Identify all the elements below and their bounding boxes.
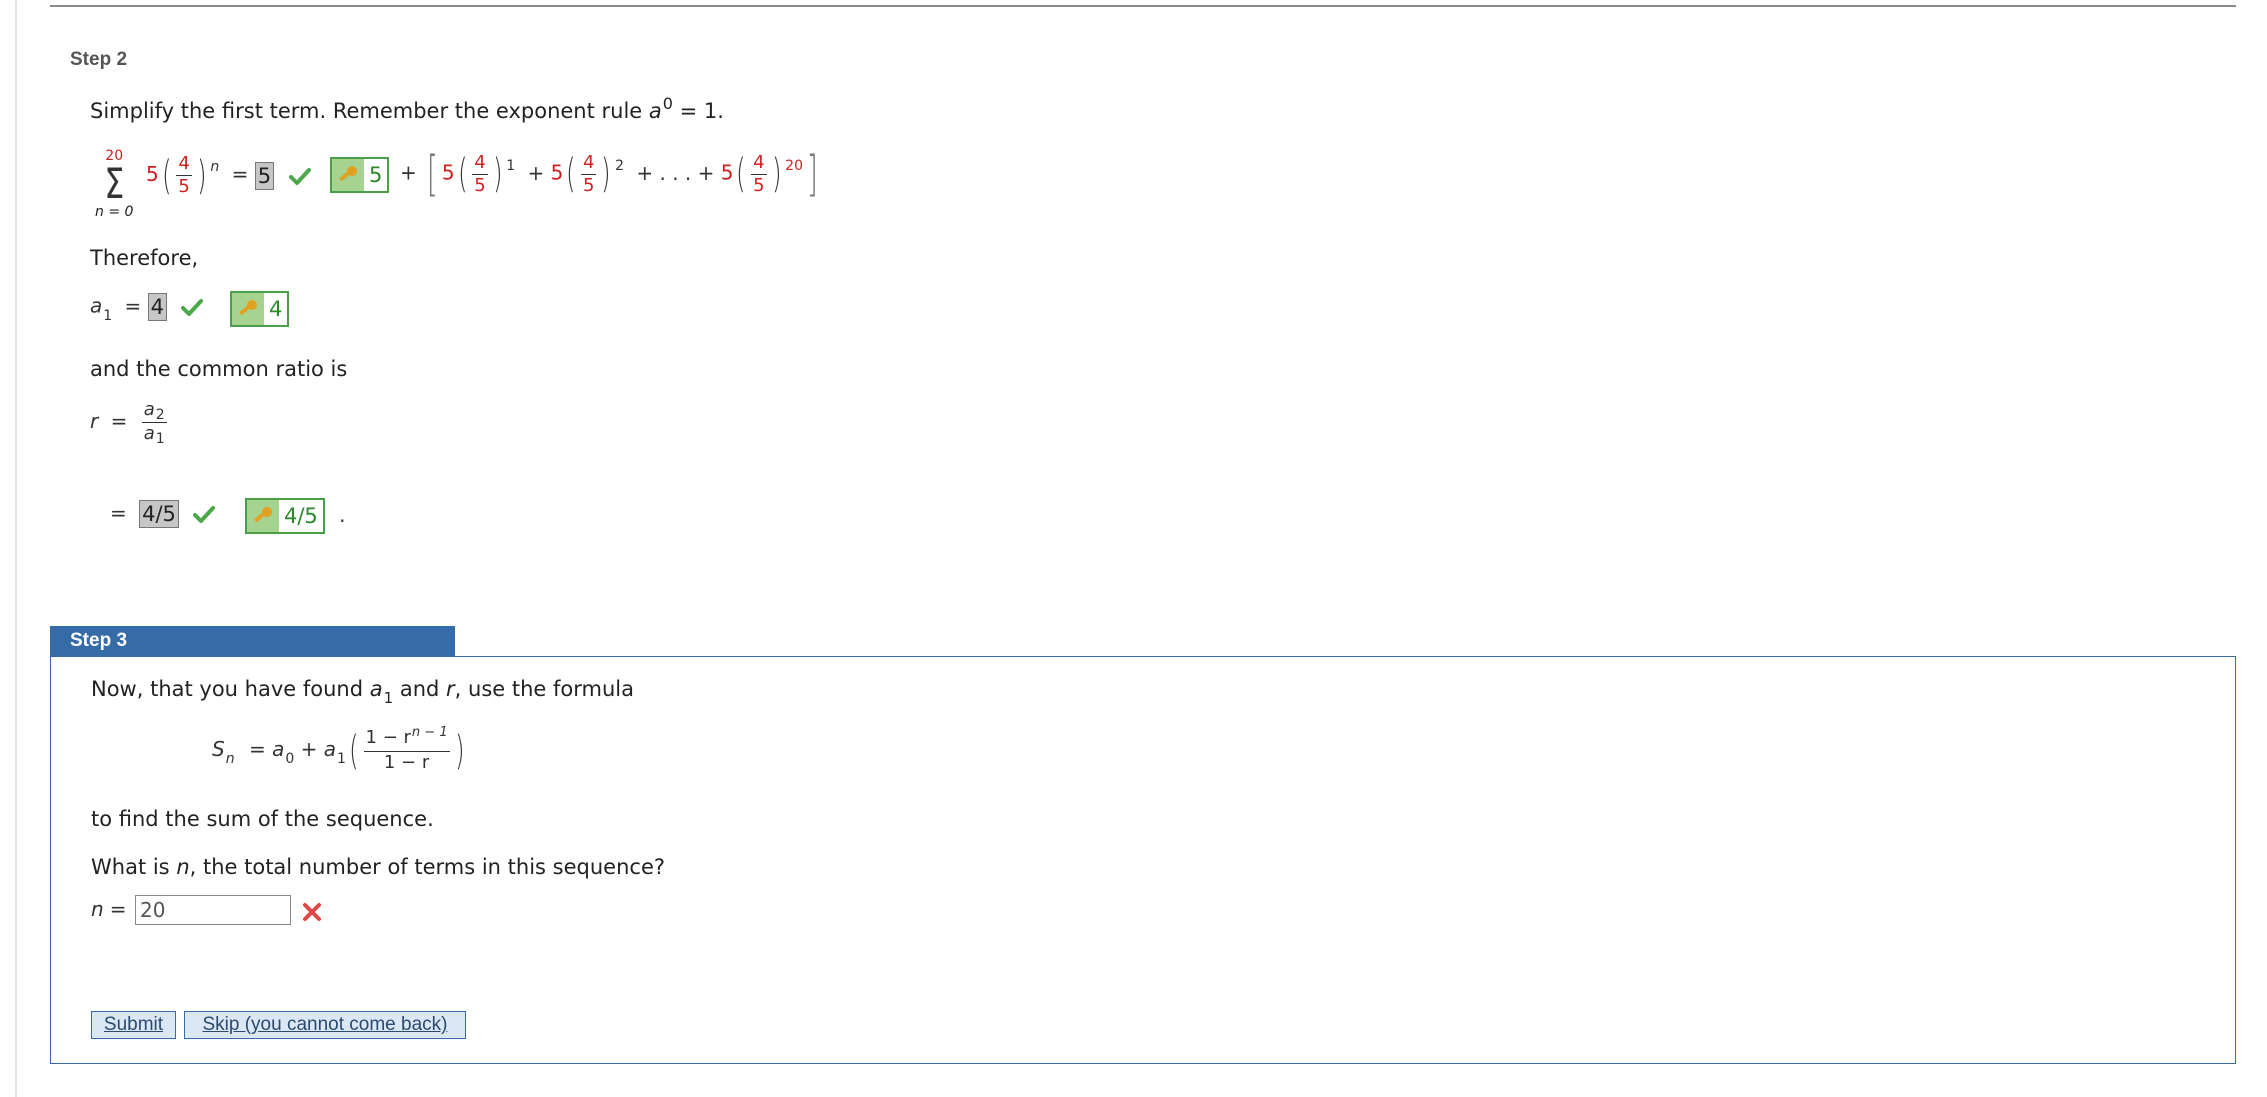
find-sum-text: to find the sum of the sequence. <box>91 807 434 831</box>
r-key: 4/5 . <box>245 498 346 534</box>
expanded-series: + [5(4 5) 1 + 5(4 5) 2 + . . . + 5(4 5) 20] <box>400 146 818 202</box>
sum-formula: Sn = a0 + a1(1 − rn − 11 − r) <box>212 725 465 774</box>
r-answer: 4/5 <box>139 500 179 528</box>
skip-button[interactable]: Skip (you cannot come back) <box>184 1011 466 1039</box>
first-term-answer: 5 <box>254 161 275 190</box>
a1-key: 4 <box>230 291 290 327</box>
n-input[interactable] <box>135 895 291 925</box>
top-divider <box>50 5 2236 7</box>
step3-header: Step 3 <box>50 626 455 656</box>
question-text: What is n, the total number of terms in … <box>91 855 666 879</box>
a1-answer: 4 <box>147 293 168 321</box>
check-icon <box>193 506 216 523</box>
key-icon <box>332 159 364 191</box>
common-ratio-text: and the common ratio is <box>90 357 348 381</box>
key-icon <box>232 293 264 325</box>
step3-intro: Now, that you have found a1 and r, use t… <box>91 677 634 707</box>
check-icon <box>181 299 204 316</box>
therefore-text: Therefore, <box>90 246 199 270</box>
r-definition: r = a2 a1 <box>90 399 167 447</box>
series-term: 5(4 5) n = 5 <box>146 154 311 197</box>
submit-button[interactable]: Submit <box>91 1011 176 1039</box>
check-icon <box>288 167 311 185</box>
step2-instruction: Simplify the first term. Remember the ex… <box>90 94 724 123</box>
first-term-key: 5 <box>330 157 390 193</box>
key-icon <box>247 500 279 532</box>
summation-symbol: 20 Σ n = 0 <box>95 148 134 220</box>
step2-label: Step 2 <box>70 49 128 70</box>
wrong-x-icon <box>303 903 321 921</box>
page-left-border <box>15 0 17 1097</box>
n-label: n = <box>91 897 127 921</box>
a1-row: a1 = 4 <box>90 293 204 324</box>
r-answer-row: = 4/5 <box>110 500 216 528</box>
